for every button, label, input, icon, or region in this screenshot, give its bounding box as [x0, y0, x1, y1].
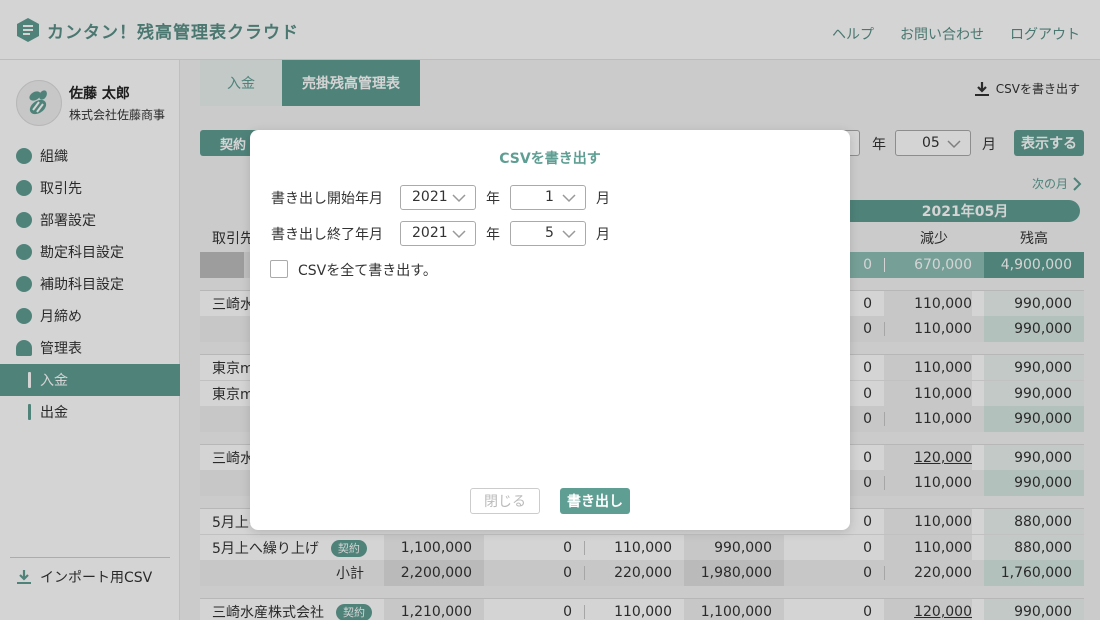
csv-export-modal: CSVを書き出す 書き出し開始年月 2021 年 1 月 書き出し終了年月 20…	[250, 130, 850, 530]
start-month-select[interactable]: 1	[510, 185, 586, 210]
modal-title: CSVを書き出す	[499, 151, 601, 167]
start-year-select[interactable]: 2021	[400, 185, 476, 210]
export-all-label[interactable]: CSVを全て書き出す。	[298, 260, 437, 280]
end-year-value: 2021	[412, 225, 448, 241]
start-year-unit: 年	[486, 191, 500, 207]
start-year-value: 2021	[412, 189, 448, 205]
export-all-checkbox[interactable]	[270, 260, 288, 278]
close-button[interactable]: 閉じる	[470, 488, 540, 514]
start-month-unit: 月	[596, 191, 610, 207]
end-year-select[interactable]: 2021	[400, 221, 476, 246]
start-label: 書き出し開始年月	[271, 191, 383, 207]
chevron-down-icon	[562, 230, 576, 239]
end-label: 書き出し終了年月	[271, 227, 383, 243]
end-year-unit: 年	[486, 227, 500, 243]
chevron-down-icon	[562, 194, 576, 203]
end-month-select[interactable]: 5	[510, 221, 586, 246]
chevron-down-icon	[452, 194, 466, 203]
chevron-down-icon	[452, 230, 466, 239]
end-month-unit: 月	[596, 227, 610, 243]
export-button[interactable]: 書き出し	[560, 488, 630, 514]
end-month-value: 5	[545, 225, 554, 241]
start-month-value: 1	[545, 189, 554, 205]
